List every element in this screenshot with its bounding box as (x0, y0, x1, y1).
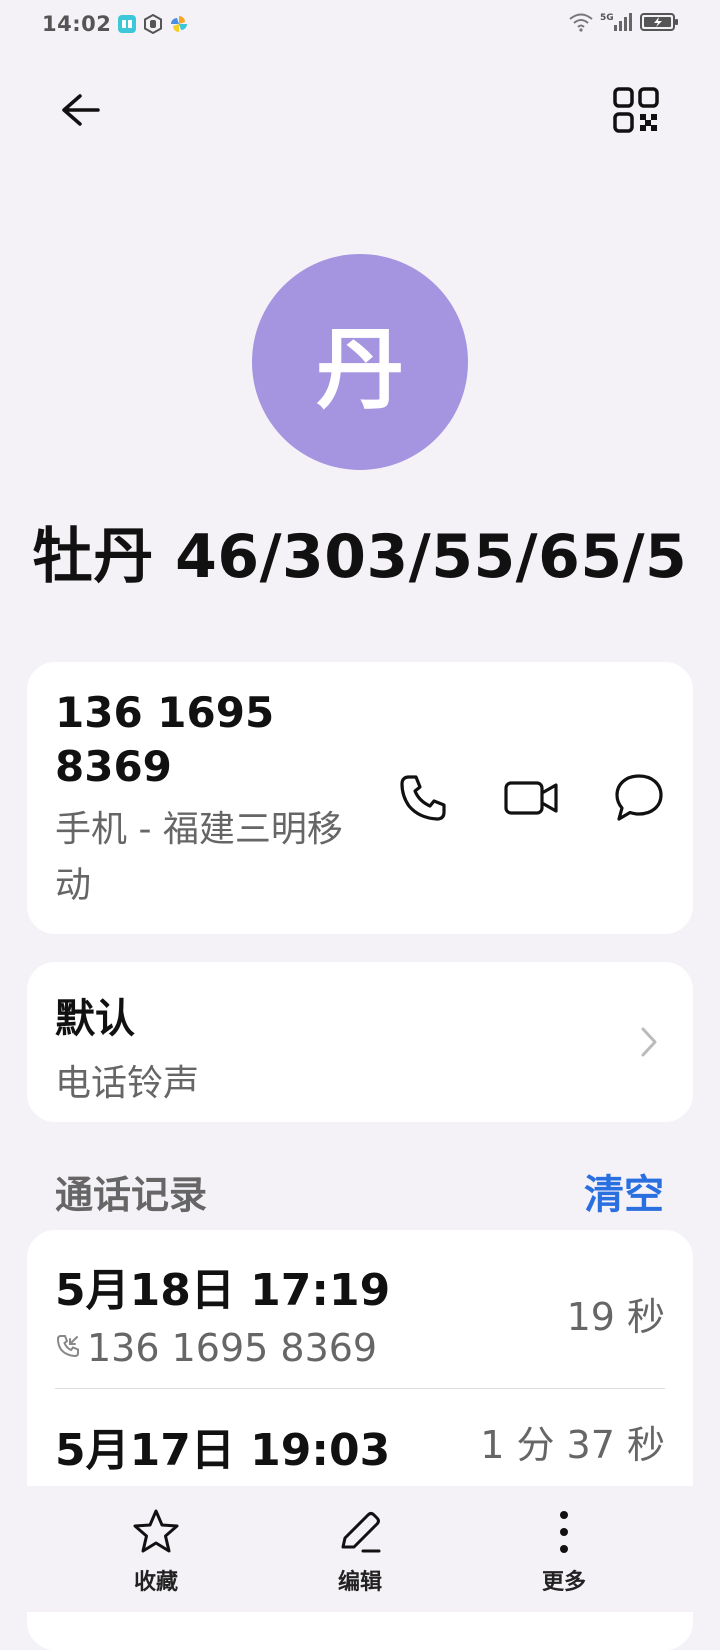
more-button[interactable]: 更多 (494, 1506, 634, 1602)
hand-app-icon (143, 13, 163, 35)
phone-meta: 手机 - 福建三明移动 (55, 809, 343, 906)
chevron-right-icon (637, 1022, 661, 1062)
pinwheel-app-icon (169, 14, 189, 34)
qr-code-icon (613, 87, 659, 137)
star-icon (130, 1506, 182, 1558)
book-app-icon (117, 14, 137, 34)
chat-bubble-icon (613, 772, 665, 828)
phone-card: 136 1695 8369 手机 - 福建三明移动 (27, 662, 693, 934)
ringtone-title: 默认 (55, 996, 135, 1042)
call-number: 136 1695 8369 (87, 1326, 378, 1370)
favorite-button[interactable]: 收藏 (86, 1506, 226, 1602)
back-button[interactable] (50, 84, 106, 140)
call-log-row[interactable]: 5月18日 17:19 136 1695 8369 19 秒 (27, 1230, 693, 1390)
bottom-action-bar: 收藏 编辑 更多 (0, 1486, 720, 1612)
more-vertical-icon (538, 1506, 590, 1558)
status-bar: 14:02 5G (0, 0, 720, 48)
pencil-icon (334, 1506, 386, 1558)
call-date: 5月17日 19:03 (55, 1425, 391, 1476)
status-left: 14:02 (42, 12, 189, 36)
call-date: 5月18日 17:19 (55, 1265, 391, 1316)
call-button[interactable] (391, 768, 455, 832)
ringtone-subtitle: 电话铃声 (55, 1063, 200, 1104)
phone-icon (397, 772, 449, 828)
edit-button[interactable]: 编辑 (290, 1506, 430, 1602)
status-right: 5G (568, 11, 680, 37)
contact-name: 牡丹 46/303/55/65/5 (32, 522, 688, 592)
status-time: 14:02 (42, 12, 112, 36)
avatar[interactable]: 丹 (252, 254, 468, 470)
video-camera-icon (503, 778, 559, 822)
avatar-letter: 丹 (315, 317, 404, 421)
more-label: 更多 (541, 1570, 586, 1595)
message-button[interactable] (607, 768, 671, 832)
battery-icon (640, 11, 680, 37)
call-log-title: 通话记录 (55, 1173, 208, 1217)
qr-code-button[interactable] (608, 84, 664, 140)
divider (55, 1388, 665, 1389)
edit-label: 编辑 (337, 1570, 382, 1595)
video-call-button[interactable] (499, 768, 563, 832)
call-duration: 1 分 37 秒 (480, 1423, 665, 1467)
incoming-call-icon (55, 1333, 81, 1363)
top-bar (0, 70, 720, 150)
wifi-icon (568, 12, 594, 36)
clear-button[interactable]: 清空 (584, 1162, 664, 1220)
arrow-left-icon (54, 86, 102, 138)
signal-icon: 5G (600, 11, 634, 37)
ringtone-card[interactable]: 默认 电话铃声 (27, 962, 693, 1122)
favorite-label: 收藏 (133, 1570, 178, 1595)
network-type: 5G (600, 13, 614, 23)
call-duration: 19 秒 (566, 1295, 665, 1339)
call-number-wrap: 136 1695 8369 (55, 1326, 377, 1370)
phone-number[interactable]: 136 1695 8369 (55, 686, 345, 794)
